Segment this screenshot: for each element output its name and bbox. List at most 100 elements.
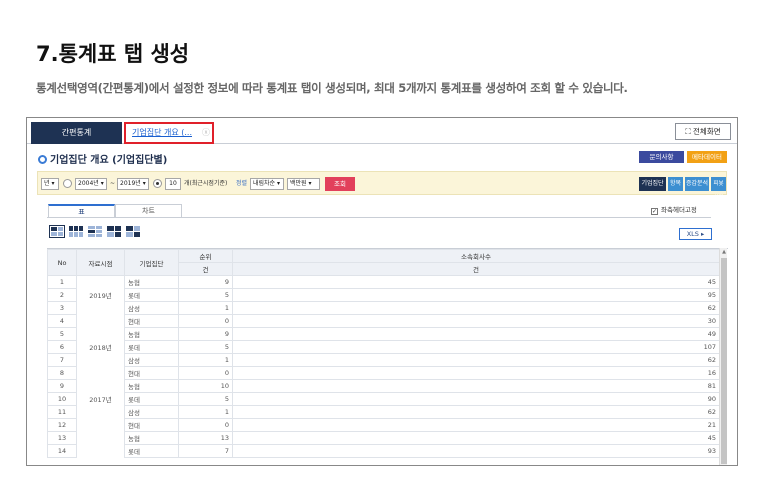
table-row: 9 농협 10 81 xyxy=(47,379,720,393)
cell-group: 농협 xyxy=(124,275,179,289)
cell-group: 삼성 xyxy=(124,301,179,315)
xls-download-button[interactable]: XLS ▸ xyxy=(679,228,712,240)
header-affiliates[interactable]: 소속회사수 xyxy=(232,249,720,263)
header-rank[interactable]: 순위 xyxy=(178,249,233,263)
cell-affiliates: 93 xyxy=(232,444,720,458)
header-group[interactable]: 기업집단 xyxy=(124,249,179,276)
cell-affiliates: 30 xyxy=(232,314,720,328)
layout-icon-1[interactable] xyxy=(49,225,65,238)
cell-no: 13 xyxy=(47,431,77,445)
cell-rank: 1 xyxy=(178,405,233,419)
cell-period xyxy=(76,418,125,432)
inquiry-button[interactable]: 문의사항 xyxy=(639,151,684,163)
cell-no: 5 xyxy=(47,327,77,341)
left-header-fix-checkbox[interactable]: ✓ 좌측헤더고정 xyxy=(651,204,697,215)
tab-chart[interactable]: 차트 xyxy=(115,204,182,218)
cell-affiliates: 16 xyxy=(232,366,720,380)
scrollbar-thumb[interactable] xyxy=(721,258,727,464)
start-year-select[interactable]: 2004년 ▾ xyxy=(75,178,107,190)
circle-icon xyxy=(38,155,47,164)
close-icon[interactable]: ⓧ xyxy=(202,128,210,137)
cell-rank: 1 xyxy=(178,301,233,315)
cell-period xyxy=(76,444,125,458)
cell-period xyxy=(76,275,125,289)
cell-affiliates: 21 xyxy=(232,418,720,432)
cell-group: 농협 xyxy=(124,327,179,341)
layout-icon-3[interactable] xyxy=(87,225,103,238)
sort-label: 정렬 xyxy=(236,180,248,187)
cell-group: 현대 xyxy=(124,366,179,380)
cell-period xyxy=(76,353,125,367)
cell-group: 현대 xyxy=(124,418,179,432)
radio-recent[interactable] xyxy=(153,179,162,188)
app-screenshot: 간편통계 기업집단 개요 (... ⓧ ⛶ 전체화면 기업집단 개요 (기업집단별… xyxy=(26,117,738,466)
view-pivot-button[interactable]: 피봇설정 xyxy=(711,177,726,201)
cell-affiliates: 81 xyxy=(232,379,720,393)
data-table: No 자료시점 기업집단 순위 소속회사수 건 건 1 농협 9 45 2 2019년 롯데… xyxy=(47,249,720,458)
table-row: 10 2017년 롯데 5 90 xyxy=(47,392,720,406)
cell-period: 2018년 xyxy=(76,340,125,354)
tab-bar: 간편통계 기업집단 개요 (... ⓧ ⛶ 전체화면 xyxy=(27,118,737,144)
table-row: 7 삼성 1 62 xyxy=(47,353,720,367)
cell-group: 농협 xyxy=(124,431,179,445)
cell-rank: 7 xyxy=(178,444,233,458)
cell-rank: 0 xyxy=(178,418,233,432)
cell-period xyxy=(76,379,125,393)
cell-no: 7 xyxy=(47,353,77,367)
cell-period xyxy=(76,366,125,380)
tab-table[interactable]: 표 xyxy=(48,204,115,218)
cell-no: 14 xyxy=(47,444,77,458)
cell-rank: 10 xyxy=(178,379,233,393)
cell-rank: 9 xyxy=(178,327,233,341)
tab-simple-stats[interactable]: 간편통계 xyxy=(31,122,122,144)
end-year-select[interactable]: 2019년 ▾ xyxy=(117,178,149,190)
header-period[interactable]: 자료시점 xyxy=(76,249,125,276)
radio-range[interactable] xyxy=(63,179,72,188)
tab-label: 기업집단 개요 (... xyxy=(132,128,192,137)
cell-rank: 9 xyxy=(178,275,233,289)
page-description: 통계선택영역(간편통계)에서 설정한 정보에 따라 통계표 탭이 생성되며, 최… xyxy=(36,81,628,95)
section-title-text: 기업집단 개요 (기업집단별) xyxy=(50,155,168,166)
view-company-group-button[interactable]: 기업집단 xyxy=(639,177,666,191)
header-no[interactable]: No xyxy=(47,249,77,276)
sort-select[interactable]: 내림차순 ▾ xyxy=(250,178,284,190)
table-row: 14 롯데 7 93 xyxy=(47,444,720,458)
fullscreen-label: 전체화면 xyxy=(693,127,721,136)
view-change-analysis-button[interactable]: 증감분석 xyxy=(685,177,709,191)
view-item-button[interactable]: 항목 xyxy=(668,177,683,191)
cell-period xyxy=(76,314,125,328)
cell-no: 4 xyxy=(47,314,77,328)
cell-affiliates: 45 xyxy=(232,431,720,445)
cell-no: 1 xyxy=(47,275,77,289)
layout-icon-4[interactable] xyxy=(106,225,122,238)
cell-affiliates: 49 xyxy=(232,327,720,341)
scroll-up-icon[interactable]: ▲ xyxy=(720,248,728,256)
cell-group: 롯데 xyxy=(124,392,179,406)
cell-period: 2019년 xyxy=(76,288,125,302)
tab-company-group-overview[interactable]: 기업집단 개요 (... ⓧ xyxy=(124,122,214,144)
header-rank-unit: 건 xyxy=(178,262,233,276)
cell-rank: 5 xyxy=(178,392,233,406)
cell-no: 8 xyxy=(47,366,77,380)
table-row: 6 2018년 롯데 5 107 xyxy=(47,340,720,354)
cell-group: 롯데 xyxy=(124,288,179,302)
filter-bar: 년 ▾ 2004년 ▾ ~ 2019년 ▾ 10 개(최근시점기준) 정렬 내림… xyxy=(37,171,727,201)
cell-group: 현대 xyxy=(124,314,179,328)
cell-rank: 5 xyxy=(178,340,233,354)
section-title: 기업집단 개요 (기업집단별) xyxy=(38,151,167,166)
layout-icon-5[interactable] xyxy=(125,225,141,238)
cell-no: 11 xyxy=(47,405,77,419)
cell-affiliates: 45 xyxy=(232,275,720,289)
fullscreen-button[interactable]: ⛶ 전체화면 xyxy=(675,123,731,140)
count-input[interactable]: 10 xyxy=(165,178,181,190)
count-suffix: 개(최근시점기준) xyxy=(184,180,228,187)
cell-rank: 1 xyxy=(178,353,233,367)
layout-icon-2[interactable] xyxy=(68,225,84,238)
metadata-button[interactable]: 메타데이터 xyxy=(687,151,727,163)
unit-select[interactable]: 백만원 ▾ xyxy=(287,178,320,190)
search-button[interactable]: 조회 xyxy=(325,177,355,191)
period-unit-select[interactable]: 년 ▾ xyxy=(41,178,59,190)
vertical-scrollbar[interactable]: ▲ xyxy=(719,248,728,465)
table-row: 13 농협 13 45 xyxy=(47,431,720,445)
cell-group: 삼성 xyxy=(124,353,179,367)
